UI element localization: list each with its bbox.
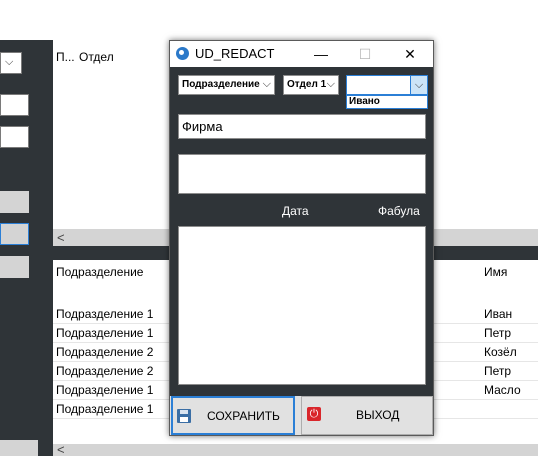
left-combo[interactable]: ⌵ xyxy=(0,52,22,74)
text-field[interactable] xyxy=(178,154,426,194)
department-select-value: Отдел 1 xyxy=(287,79,327,90)
scroll-left-arrow-icon[interactable]: < xyxy=(57,230,65,245)
left-input-1[interactable] xyxy=(0,94,29,116)
cell-name: Иван xyxy=(484,307,513,321)
division-select-value: Подразделение xyxy=(182,79,260,90)
chevron-down-icon[interactable]: ⌵ xyxy=(410,76,427,94)
cell-name: Козёл xyxy=(484,345,517,359)
cell-division: Подразделение 2 xyxy=(56,345,154,359)
fabula-label: Фабула xyxy=(378,204,420,218)
left-button-2[interactable] xyxy=(0,223,29,245)
save-button-label: СОХРАНИТЬ xyxy=(207,409,280,423)
cell-division: Подразделение 1 xyxy=(56,326,154,340)
division-select[interactable]: Подразделение ⌵ xyxy=(178,75,275,95)
firm-field-value: Фирма xyxy=(182,119,223,134)
left-input-2[interactable] xyxy=(0,126,29,148)
column-header-department[interactable]: Отдел xyxy=(79,50,114,64)
button-bar: СОХРАНИТЬ ⏻ ВЫХОД xyxy=(170,396,433,435)
chevron-down-icon: ⌵ xyxy=(326,78,335,90)
exit-button[interactable]: ⏻ ВЫХОД xyxy=(301,396,433,435)
department-select[interactable]: Отдел 1 ⌵ xyxy=(283,75,339,95)
cell-name: Петр xyxy=(484,326,512,340)
cell-division: Подразделение 1 xyxy=(56,383,154,397)
save-button[interactable]: СОХРАНИТЬ xyxy=(171,396,295,435)
cell-division: Подразделение 2 xyxy=(56,364,154,378)
dialog-title: UD_REDACT xyxy=(195,46,275,61)
cell-name: Петр xyxy=(484,364,512,378)
firm-field[interactable]: Фирма xyxy=(178,114,426,139)
chevron-down-icon: ⌵ xyxy=(5,56,14,68)
column-header-name[interactable]: Имя xyxy=(484,265,507,279)
edit-dialog: UD_REDACT — ☐ ✕ Подразделение ⌵ Отдел 1 … xyxy=(169,40,434,436)
exit-button-label: ВЫХОД xyxy=(356,408,400,422)
cell-division: Подразделение 1 xyxy=(56,402,154,416)
date-label: Дата xyxy=(282,204,309,218)
left-button-3[interactable] xyxy=(0,256,29,278)
close-icon[interactable]: ✕ xyxy=(390,43,430,65)
scroll-left-arrow-icon[interactable]: < xyxy=(57,442,65,457)
horizontal-scrollbar-bottom[interactable]: < xyxy=(53,442,538,457)
employee-select[interactable]: ⌵ xyxy=(346,75,428,95)
power-icon: ⏻ xyxy=(307,407,321,421)
column-header-short[interactable]: П... xyxy=(56,50,75,64)
column-header-division[interactable]: Подразделение xyxy=(56,265,143,279)
app-icon xyxy=(176,47,189,60)
dialog-titlebar[interactable]: UD_REDACT — ☐ ✕ xyxy=(170,41,433,67)
dropdown-option[interactable]: Ивано xyxy=(349,96,380,107)
cell-name: Масло xyxy=(484,383,521,397)
chevron-down-icon: ⌵ xyxy=(262,78,271,90)
left-button-bottom[interactable] xyxy=(0,440,38,456)
memo-field[interactable] xyxy=(178,226,426,385)
left-button-1[interactable] xyxy=(0,191,29,213)
maximize-icon[interactable]: ☐ xyxy=(345,43,385,65)
employee-dropdown-list: Ивано xyxy=(346,95,428,109)
floppy-disk-icon xyxy=(177,409,191,423)
minimize-icon[interactable]: — xyxy=(301,43,341,65)
cell-division: Подразделение 1 xyxy=(56,307,154,321)
